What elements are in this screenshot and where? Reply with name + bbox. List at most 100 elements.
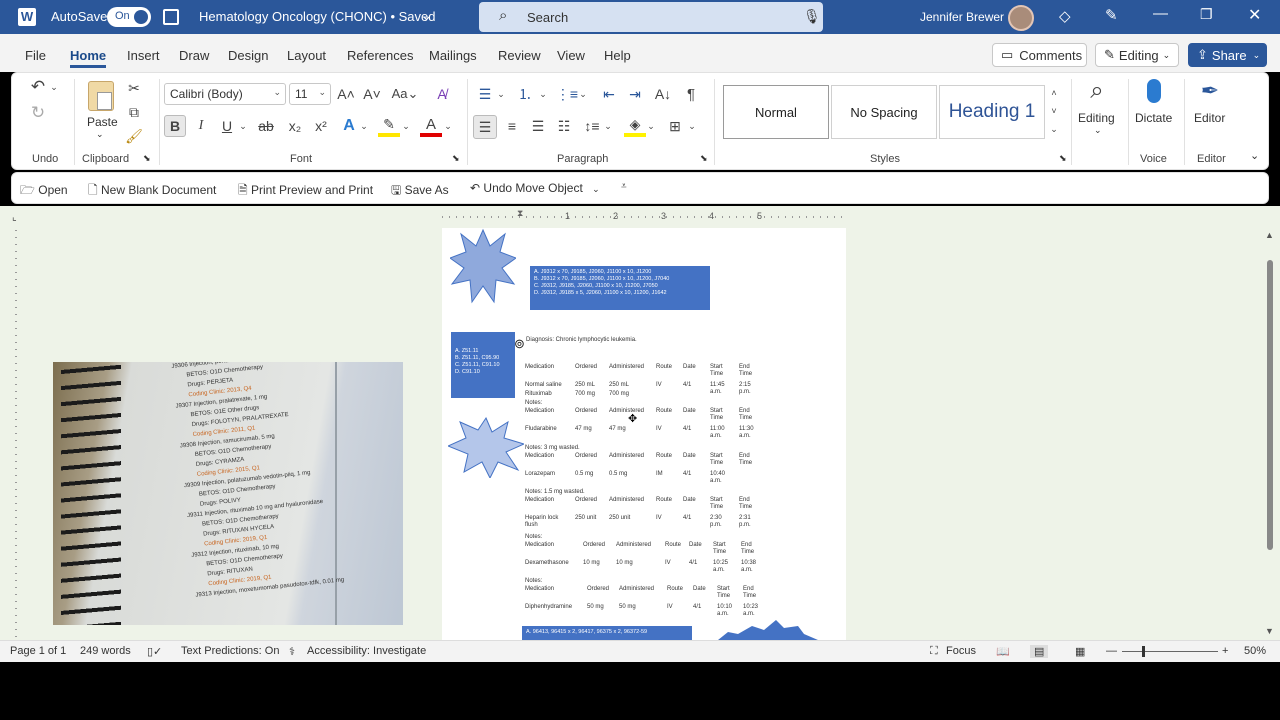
paragraph-launcher-icon[interactable]: ⬊ xyxy=(700,153,708,164)
editing-mode-button[interactable]: ✎ Editing ⌄ xyxy=(1095,43,1179,67)
microphone-icon[interactable] xyxy=(1147,79,1161,103)
format-painter-icon[interactable]: 🖌 xyxy=(125,127,143,145)
avatar[interactable] xyxy=(1008,5,1034,31)
superscript-icon[interactable]: x² xyxy=(310,115,332,137)
undo-move-button[interactable]: ↶ Undo Move Object ⌄ xyxy=(470,181,600,195)
justify-icon[interactable]: ☷ xyxy=(553,115,575,137)
zoom-level[interactable]: 50% xyxy=(1244,645,1266,657)
find-icon[interactable]: ⌕ xyxy=(1082,77,1112,105)
proofing-icon[interactable]: ▯✓ xyxy=(147,645,162,658)
rotate-handle-icon[interactable]: ⊚ xyxy=(514,336,525,352)
styles-more-icon[interactable]: ⌄ xyxy=(1047,121,1061,137)
font-color-icon[interactable]: A xyxy=(420,115,442,137)
borders-icon[interactable]: ⊞ xyxy=(664,115,686,137)
open-button[interactable]: 🗁 Open xyxy=(20,181,68,202)
minimize-icon[interactable]: — xyxy=(1153,5,1168,22)
style-heading-1[interactable]: Heading 1 xyxy=(939,85,1045,139)
line-spacing-icon[interactable]: ↕≡ xyxy=(581,115,603,137)
multilevel-list-icon[interactable]: ⋮≡ xyxy=(556,84,578,104)
underline-icon[interactable]: U xyxy=(216,115,238,137)
tab-draw[interactable]: Draw xyxy=(179,48,209,63)
save-as-button[interactable]: 🖫 Save As xyxy=(391,181,449,202)
borders-dropdown-icon[interactable]: ⌄ xyxy=(687,117,697,135)
autosave-toggle[interactable]: On xyxy=(107,7,151,27)
zoom-out-icon[interactable]: — xyxy=(1106,645,1117,657)
share-button[interactable]: ⇪ Share ⌄ xyxy=(1188,43,1267,67)
starburst-shape[interactable] xyxy=(450,228,516,304)
tab-view[interactable]: View xyxy=(557,48,585,63)
comments-button[interactable]: ▭ Comments xyxy=(992,43,1087,67)
scroll-down-icon[interactable]: ▼ xyxy=(1265,626,1274,636)
diamond-icon[interactable]: ◇ xyxy=(1059,7,1071,25)
answer-box-2[interactable]: A. Z51.11 B. Z51.11, C95.90 C. Z51.11, C… xyxy=(451,332,515,398)
multilevel-dropdown-icon[interactable]: ⌄ xyxy=(578,85,588,103)
tab-layout[interactable]: Layout xyxy=(287,48,326,63)
font-launcher-icon[interactable]: ⬊ xyxy=(452,153,460,164)
font-name-select[interactable]: Calibri (Body) ⌄ xyxy=(164,83,286,105)
sort-icon[interactable]: A↓ xyxy=(652,84,674,104)
customize-qat-icon[interactable]: ⩡ xyxy=(621,181,627,192)
bullets-dropdown-icon[interactable]: ⌄ xyxy=(496,85,506,103)
highlight-dropdown-icon[interactable]: ⌄ xyxy=(401,117,411,135)
tab-insert[interactable]: Insert xyxy=(127,48,160,63)
tab-review[interactable]: Review xyxy=(498,48,541,63)
web-layout-icon[interactable]: ▦ xyxy=(1075,645,1085,658)
tab-selector-icon[interactable]: ⌞ xyxy=(12,212,17,223)
font-size-select[interactable]: 11 ⌄ xyxy=(289,83,331,105)
print-preview-button[interactable]: 🗎 Print Preview and Print xyxy=(238,181,373,202)
zoom-in-icon[interactable]: + xyxy=(1222,645,1228,657)
word-count[interactable]: 249 words xyxy=(80,645,131,657)
new-blank-button[interactable]: 🗋 New Blank Document xyxy=(88,181,216,202)
highlight-icon[interactable]: ✎ xyxy=(378,115,400,137)
vertical-scrollbar[interactable]: ▲ ▼ xyxy=(1264,230,1276,640)
starburst-shape[interactable] xyxy=(448,416,524,478)
accessibility-icon[interactable]: ⚕ xyxy=(289,645,295,658)
undo-dropdown-icon[interactable]: ⌄ xyxy=(49,79,59,95)
print-layout-icon[interactable]: ▤ xyxy=(1030,645,1049,658)
paste-label[interactable]: Paste xyxy=(87,115,118,129)
paste-dropdown-icon[interactable]: ⌄ xyxy=(96,129,104,140)
answer-box-1[interactable]: A. J9312 x 70, J9185, J2060, J1100 x 10,… xyxy=(530,266,710,310)
tab-mailings[interactable]: Mailings xyxy=(429,48,477,63)
horizontal-ruler[interactable]: ⧗ 1 2 3 4 5 xyxy=(442,208,846,224)
shrink-font-icon[interactable]: A˅ xyxy=(362,84,382,104)
styles-up-icon[interactable]: ˄ xyxy=(1047,85,1061,101)
copy-icon[interactable]: ⧉ xyxy=(125,103,143,121)
font-color-dropdown-icon[interactable]: ⌄ xyxy=(443,117,453,135)
numbering-icon[interactable]: ⒈ xyxy=(514,84,536,104)
scroll-up-icon[interactable]: ▲ xyxy=(1265,230,1274,240)
clear-formatting-icon[interactable]: A̸ xyxy=(432,84,452,104)
increase-indent-icon[interactable]: ⇥ xyxy=(624,84,646,104)
microphone-icon[interactable]: 🎙 xyxy=(803,8,821,25)
shading-dropdown-icon[interactable]: ⌄ xyxy=(646,117,656,135)
pen-icon[interactable]: ✎ xyxy=(1105,6,1118,24)
tab-design[interactable]: Design xyxy=(228,48,268,63)
tab-references[interactable]: References xyxy=(347,48,413,63)
tab-file[interactable]: File xyxy=(25,48,46,63)
read-mode-icon[interactable]: 📖 xyxy=(996,645,1010,658)
align-right-icon[interactable]: ☰ xyxy=(527,115,549,137)
document-page[interactable]: A. J9312 x 70, J9185, J2060, J1100 x 10,… xyxy=(442,228,846,640)
align-left-icon[interactable]: ☰ xyxy=(473,115,497,139)
ruler-indent-marker[interactable]: ⧗ xyxy=(517,208,523,219)
line-spacing-dropdown-icon[interactable]: ⌄ xyxy=(603,117,613,135)
editor-label[interactable]: Editor xyxy=(1194,111,1225,125)
underline-dropdown-icon[interactable]: ⌄ xyxy=(238,117,248,135)
text-predictions[interactable]: Text Predictions: On xyxy=(181,645,279,657)
focus-icon[interactable]: ⛶ xyxy=(930,645,938,658)
save-icon[interactable] xyxy=(163,9,179,25)
zoom-thumb[interactable] xyxy=(1142,646,1145,657)
collapse-ribbon-icon[interactable]: ⌄ xyxy=(1250,149,1259,162)
text-effects-icon[interactable]: A xyxy=(338,115,360,137)
change-case-icon[interactable]: Aa⌄ xyxy=(390,84,420,104)
align-center-icon[interactable]: ≡ xyxy=(501,115,523,137)
focus-label[interactable]: Focus xyxy=(946,645,976,657)
paste-icon[interactable] xyxy=(88,81,114,111)
search-box[interactable]: ⌕ Search 🎙 xyxy=(479,2,823,32)
subscript-icon[interactable]: x₂ xyxy=(284,115,306,137)
text-effects-dropdown-icon[interactable]: ⌄ xyxy=(359,117,369,135)
page-count[interactable]: Page 1 of 1 xyxy=(10,645,66,657)
shading-icon[interactable]: ◈ xyxy=(624,115,646,137)
bullets-icon[interactable]: ☰ xyxy=(474,84,496,104)
answer-box-3[interactable]: A. 96413, 96415 x 2, 96417, 96375 x 2, 9… xyxy=(522,626,692,640)
